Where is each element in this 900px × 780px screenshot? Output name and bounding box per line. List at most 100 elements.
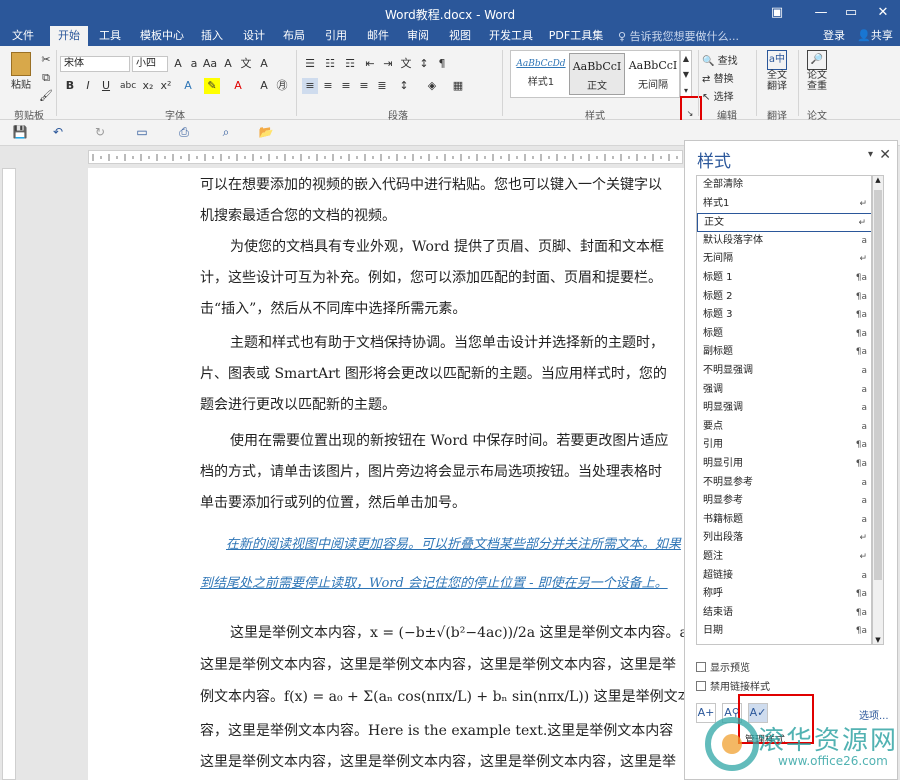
style-list-item[interactable]: 副标题 ¶a (697, 343, 871, 362)
show-marks-icon[interactable]: ¶ (434, 56, 450, 72)
increase-indent-icon[interactable]: ⇥ (380, 56, 396, 72)
show-preview-checkbox[interactable]: 显示预览 (696, 659, 750, 674)
tab-insert[interactable]: 插入 (194, 26, 230, 46)
undo-icon[interactable]: ↶ (50, 125, 66, 141)
full-translate-button[interactable]: a中 全文翻译 (762, 50, 792, 92)
borders-icon[interactable]: ▦ (450, 78, 466, 94)
style-list-item[interactable]: 标题 3 ¶a (697, 306, 871, 325)
style-list-item[interactable]: 题注 ↵ (697, 548, 871, 567)
tab-design[interactable]: 设计 (236, 26, 272, 46)
align-right-icon[interactable]: ≡ (338, 78, 354, 94)
doc-link-line[interactable]: 到结尾处之前需要停止读取，Word 会记住您的停止位置 - 即使在另一个设备上。 (200, 568, 680, 599)
phonetic-guide-icon[interactable]: 文 (238, 56, 254, 72)
copy-icon[interactable]: ⧉ (38, 70, 54, 86)
text-effects-icon[interactable]: A (180, 78, 196, 94)
checkbox-box[interactable] (696, 681, 706, 691)
print-icon[interactable]: ⎙ (176, 125, 192, 141)
chinese-layout-icon[interactable]: 文 (398, 56, 414, 72)
paste-button[interactable]: 粘贴 (8, 52, 34, 96)
style-list-item[interactable]: 样式1 ↵ (697, 195, 871, 214)
superscript-icon[interactable]: x² (158, 78, 174, 94)
paper-check-button[interactable]: 🔎 论文查重 (802, 50, 832, 92)
style-list-item[interactable]: 不明显强调 a (697, 362, 871, 381)
style-list-item[interactable]: 日期 ¶a (697, 622, 871, 641)
multilevel-list-icon[interactable]: ☶ (342, 56, 358, 72)
style-list-item[interactable]: 标题 2 ¶a (697, 288, 871, 307)
style-list-item[interactable]: 要点 a (697, 418, 871, 437)
ribbon-display-icon[interactable]: ▣ (766, 3, 788, 23)
italic-icon[interactable]: I (80, 78, 96, 94)
tab-references[interactable]: 引用 (318, 26, 354, 46)
align-left-icon[interactable]: ≡ (302, 78, 318, 94)
cut-icon[interactable]: ✂ (38, 52, 54, 68)
share-button[interactable]: 👤共享 (852, 26, 898, 46)
replace-button[interactable]: ⇄ 替换 (702, 70, 734, 85)
strikethrough-icon[interactable]: abc (120, 78, 136, 94)
doc-link-line[interactable]: 在新的阅读视图中阅读更加容易。可以折叠文档某些部分并关注所需文本。如果 (226, 529, 688, 560)
save-icon[interactable]: 💾 (12, 125, 28, 141)
minimize-button[interactable]: — (810, 3, 832, 23)
style-list-item[interactable]: 引用 ¶a (697, 436, 871, 455)
clear-format-icon[interactable]: A (220, 56, 236, 72)
horizontal-ruler[interactable] (88, 150, 683, 164)
style-list-item[interactable]: 默认段落字体 a (697, 232, 871, 251)
char-border-icon[interactable]: A (256, 56, 272, 72)
char-shading-icon[interactable]: A (256, 78, 272, 94)
disable-linked-checkbox[interactable]: 禁用链接样式 (696, 678, 770, 693)
style-list-item[interactable]: 不明显参考 a (697, 474, 871, 493)
underline-icon[interactable]: U (98, 78, 114, 94)
close-button[interactable]: ✕ (872, 3, 894, 23)
style-list-item[interactable]: 强调 a (697, 381, 871, 400)
justify-icon[interactable]: ≡ (356, 78, 372, 94)
enclose-char-icon[interactable]: ㊊ (274, 78, 290, 94)
close-icon[interactable]: ✕ (879, 147, 891, 163)
style-list-item[interactable]: 明显参考 a (697, 492, 871, 511)
style-list-item[interactable]: 标题 1 ¶a (697, 269, 871, 288)
style-list-item[interactable]: 书籍标题 a (697, 511, 871, 530)
format-painter-icon[interactable]: 🖌 (38, 88, 54, 104)
tab-templates[interactable]: 模板中心 (134, 26, 190, 46)
highlight-icon[interactable]: ✎ (204, 78, 220, 94)
open-icon[interactable]: 📂 (258, 125, 274, 141)
font-name-select[interactable]: 宋体 (60, 56, 130, 72)
document-page[interactable]: 可以在想要添加的视频的嵌入代码中进行粘贴。您也可以键入一个关键字以 机搜索最适合… (88, 168, 688, 780)
shrink-font-icon[interactable]: a (186, 56, 202, 72)
grow-font-icon[interactable]: A (170, 56, 186, 72)
tab-layout[interactable]: 布局 (276, 26, 312, 46)
tab-mailings[interactable]: 邮件 (360, 26, 396, 46)
distributed-icon[interactable]: ≣ (374, 78, 390, 94)
bullets-icon[interactable]: ☰ (302, 56, 318, 72)
font-color-icon[interactable]: A (230, 78, 246, 94)
scroll-down-icon[interactable]: ▼ (873, 636, 883, 644)
change-case-icon[interactable]: Aa (202, 56, 218, 72)
select-button[interactable]: ↖ 选择 (702, 88, 734, 103)
style-gallery-item[interactable]: AaBbCcI 正文 (569, 53, 625, 95)
find-button[interactable]: 🔍 查找 (702, 52, 738, 67)
sort-icon[interactable]: ↕ (416, 56, 432, 72)
gallery-scroll[interactable]: ▲ ▼ ▾ (680, 50, 692, 98)
decrease-indent-icon[interactable]: ⇤ (362, 56, 378, 72)
style-list-item[interactable]: 标题 ¶a (697, 325, 871, 344)
numbering-icon[interactable]: ☷ (322, 56, 338, 72)
page-view-icon[interactable]: ▭ (134, 125, 150, 141)
tab-home[interactable]: 开始 (50, 26, 88, 46)
style-list-item[interactable]: 列出段落 ↵ (697, 529, 871, 548)
shading-icon[interactable]: ◈ (424, 78, 440, 94)
redo-icon[interactable]: ↻ (92, 125, 108, 141)
scroll-up-icon[interactable]: ▲ (873, 176, 883, 184)
maximize-button[interactable]: ▭ (840, 3, 862, 23)
style-list-item[interactable]: 超链接 a (697, 567, 871, 586)
bold-icon[interactable]: B (62, 78, 78, 94)
style-gallery-item[interactable]: AaBbCcI 无间隔 (625, 53, 681, 95)
pane-options-icon[interactable]: ▾ (868, 149, 873, 160)
login-link[interactable]: 登录 (818, 26, 850, 46)
style-list-item[interactable]: 全部清除 (697, 176, 871, 195)
print-preview-icon[interactable]: ⌕ (218, 125, 234, 141)
style-list-item[interactable]: 正文 ↵ (697, 213, 871, 232)
style-gallery-item[interactable]: AaBbCcDd 样式1 (513, 53, 569, 95)
styles-list[interactable]: 全部清除 样式1 ↵ 正文 ↵ 默认段落字体 a 无间隔 ↵ 标题 1 ¶a 标题 2 ¶a 标题 3 ¶a… (696, 175, 872, 645)
line-spacing-icon[interactable]: ↕ (396, 78, 412, 94)
style-list-item[interactable]: 结束语 ¶a (697, 604, 871, 623)
tab-tools[interactable]: 工具 (92, 26, 128, 46)
scroll-thumb[interactable] (874, 190, 882, 580)
